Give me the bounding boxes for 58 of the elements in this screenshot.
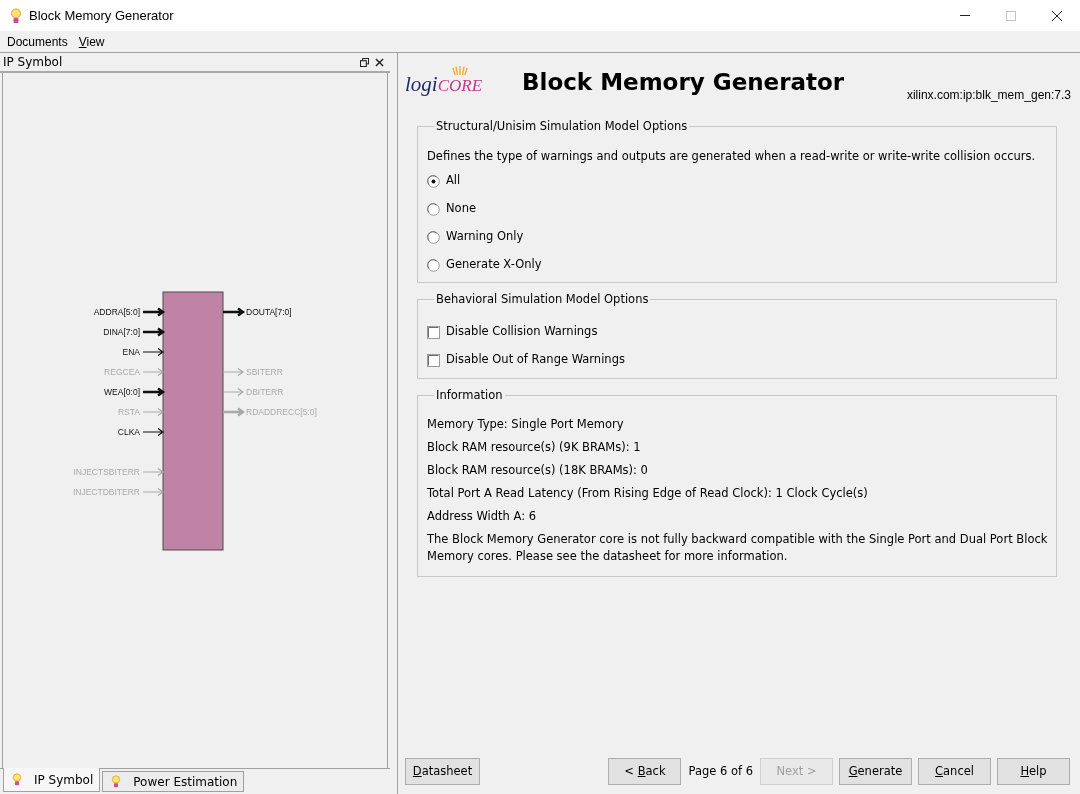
radio-label[interactable]: None [446, 200, 476, 218]
window-title: Block Memory Generator [29, 6, 174, 25]
radio-label[interactable]: All [446, 172, 461, 190]
info-text: Total Port A Read Latency (From Rising Edge of Read Clock): 1 Clock Cycle(s) [427, 485, 869, 502]
checkbox[interactable] [427, 353, 440, 367]
description-text: Defines the type of warnings and outputs are generated when a read-write or write-write collision occurs. [427, 148, 1037, 166]
checkbox[interactable] [427, 325, 440, 339]
checkbox-label[interactable]: Disable Collision Warnings [446, 323, 598, 341]
pin-label: RSTA [117, 406, 140, 417]
restore-window-icon[interactable] [360, 57, 369, 67]
nav-button[interactable]: Help [997, 758, 1070, 785]
minimize-icon [960, 15, 970, 16]
nav-button[interactable]: Cancel [918, 758, 991, 785]
sun-icon [452, 65, 468, 75]
pin-label: INJECTDBITERR [72, 486, 140, 497]
pin-label: ENA [122, 346, 140, 357]
group-title: Behavioral Simulation Model Options [435, 292, 650, 306]
pin-label: CLKA [117, 426, 140, 437]
logo-text: logiCORE [405, 74, 483, 95]
pin-label: DBITERR [246, 386, 284, 397]
group-title: Information [435, 388, 504, 402]
checkbox-label[interactable]: Disable Out of Range Warnings [446, 351, 625, 369]
radio-button[interactable] [427, 258, 440, 272]
lightbulb-icon [12, 773, 22, 786]
nav-button[interactable]: Generate [839, 758, 912, 785]
close-icon [1052, 10, 1062, 21]
datasheet-button[interactable]: Datasheet [405, 758, 480, 785]
menu-item[interactable]: Documents [7, 32, 68, 51]
nav-button[interactable]: < Back [608, 758, 682, 785]
pin-label: DINA[7:0] [103, 326, 140, 337]
pin-label: WEA[0:0] [104, 386, 140, 397]
pin-label: REGCEA [104, 366, 140, 377]
radio-button[interactable] [427, 202, 440, 216]
info-text: The Block Memory Generator core is not fully backward compatible with the Single Port and Dual Port Block Memory cores. Please see the datasheet for more information. [427, 531, 1048, 565]
pin-label: ADDRA[5:0] [93, 306, 140, 317]
info-text: Block RAM resource(s) (9K BRAMs): 1 [427, 439, 642, 456]
radio-label[interactable]: Generate X-Only [446, 256, 542, 274]
pin-label: SBITERR [246, 366, 283, 377]
lightbulb-icon [10, 7, 22, 24]
radio-button[interactable] [427, 230, 440, 244]
radio-button[interactable] [427, 174, 440, 188]
info-text: Block RAM resource(s) (18K BRAMs): 0 [427, 462, 649, 479]
pin-label: DOUTA[7:0] [246, 306, 292, 317]
close-icon[interactable] [375, 57, 384, 67]
radio-label[interactable]: Warning Only [446, 228, 524, 246]
page-indicator: Page 6 of 6 [687, 762, 754, 780]
panel-title: IP Symbol [3, 54, 63, 71]
tab[interactable]: IP Symbol [3, 768, 101, 792]
info-text: Address Width A: 6 [427, 508, 538, 525]
lightbulb-icon [111, 775, 122, 788]
menu-item[interactable]: View [78, 32, 105, 51]
pin-label: INJECTSBITERR [73, 466, 140, 477]
tab[interactable]: Power Estimation [102, 771, 245, 792]
pin-label: RDADDRECC[5:0] [246, 406, 317, 417]
info-text: Memory Type: Single Port Memory [427, 416, 625, 433]
group-title: Structural/Unisim Simulation Model Options [435, 119, 689, 133]
version-label: xilinx.com:ip:blk_mem_gen:7.3 [906, 87, 1071, 104]
dialog-title: Block Memory Generator [522, 67, 845, 97]
